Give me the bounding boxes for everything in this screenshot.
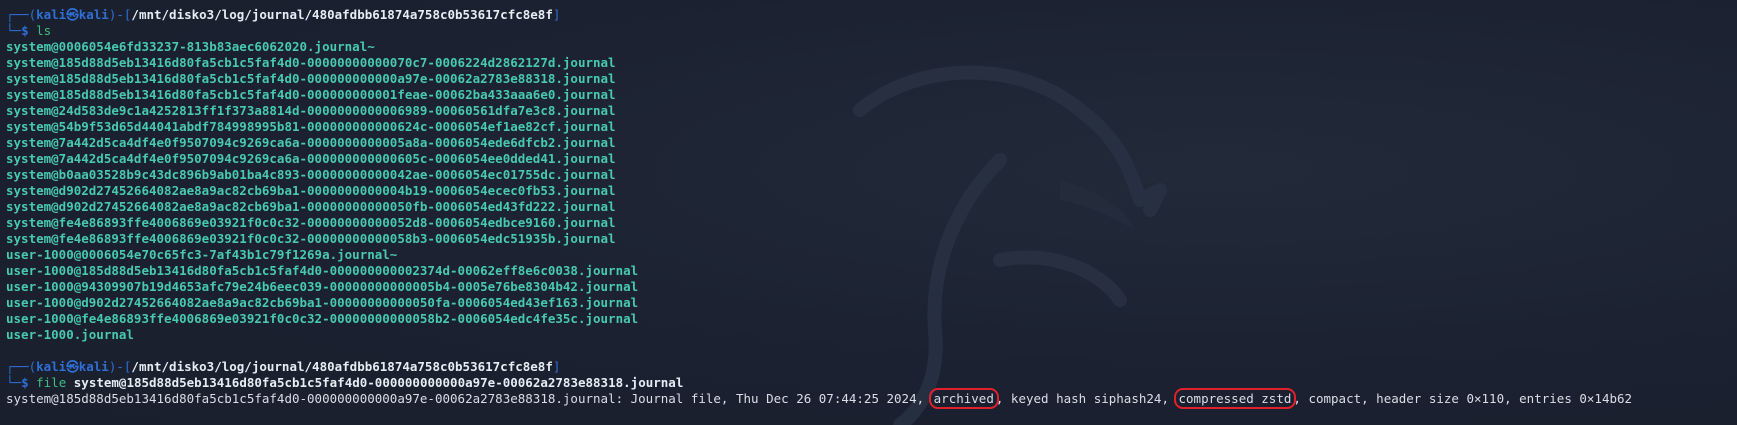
highlight-compressed-zstd: compressed zstd: [1173, 388, 1297, 409]
prompt-user: kali: [36, 359, 67, 374]
file-list-item: user-1000@fe4e86893ffe4006869e03921f0c0c…: [6, 311, 639, 326]
command-file: file: [36, 375, 67, 390]
file-list-item: system@24d583de9c1a4252813ff1f373a8814d-…: [6, 103, 616, 118]
terminal-window[interactable]: ┌──(kali㉿kali)-[/mnt/disko3/log/journal/…: [0, 0, 1737, 425]
prompt-dollar: $: [21, 23, 29, 38]
prompt-close: ]: [552, 359, 561, 374]
file-list-item: user-1000.journal: [6, 327, 134, 342]
terminal-output: ┌──(kali㉿kali)-[/mnt/disko3/log/journal/…: [6, 7, 1737, 409]
prompt-host: kali: [78, 7, 109, 22]
output-suffix: , compact, header size 0×110, entries 0×…: [1293, 391, 1633, 406]
command-ls: ls: [36, 23, 52, 38]
prompt-dollar: $: [21, 375, 29, 390]
output-prefix: system@185d88d5eb13416d80fa5cb1c5faf4d0-…: [6, 391, 932, 406]
prompt-user: kali: [36, 7, 67, 22]
file-list-item: user-1000@d902d27452664082ae8a9ac82cb69b…: [6, 295, 639, 310]
file-list: system@0006054e6fd33237-813b83aec6062020…: [6, 39, 1737, 343]
file-list-item: system@54b9f53d65d44041abdf784998995b81-…: [6, 119, 616, 134]
command-argument: system@185d88d5eb13416d80fa5cb1c5faf4d0-…: [73, 375, 684, 390]
file-list-item: system@185d88d5eb13416d80fa5cb1c5faf4d0-…: [6, 55, 616, 70]
file-list-item: system@fe4e86893ffe4006869e03921f0c0c32-…: [6, 231, 616, 246]
command-line[interactable]: └─$ ls: [6, 23, 1737, 39]
prompt-host: kali: [78, 359, 109, 374]
prompt-line: ┌──(kali㉿kali)-[/mnt/disko3/log/journal/…: [6, 359, 1737, 375]
prompt-prefix: ┌──(: [6, 359, 37, 374]
prompt-path: /mnt/disko3/log/journal/480afdbb61874a75…: [131, 7, 553, 22]
file-command-output: system@185d88d5eb13416d80fa5cb1c5faf4d0-…: [6, 388, 1737, 409]
prompt-corner: └─: [6, 375, 22, 390]
file-list-item: system@7a442d5ca4df4e0f9507094c9269ca6a-…: [6, 135, 616, 150]
file-list-item: user-1000@185d88d5eb13416d80fa5cb1c5faf4…: [6, 263, 639, 278]
prompt-separator: )-[: [108, 359, 132, 374]
prompt-corner: └─: [6, 23, 22, 38]
file-list-item: system@185d88d5eb13416d80fa5cb1c5faf4d0-…: [6, 87, 616, 102]
prompt-line: ┌──(kali㉿kali)-[/mnt/disko3/log/journal/…: [6, 7, 1737, 23]
output-middle: , keyed hash siphash24,: [995, 391, 1177, 406]
prompt-separator: )-[: [108, 7, 132, 22]
file-list-item: system@d902d27452664082ae8a9ac82cb69ba1-…: [6, 183, 616, 198]
command-line[interactable]: └─$ file system@185d88d5eb13416d80fa5cb1…: [6, 375, 1737, 391]
file-list-item: user-1000@94309907b19d4653afc79e24b6eec0…: [6, 279, 639, 294]
highlight-archived: archived: [928, 388, 999, 409]
file-list-item: system@b0aa03528b9c43dc896b9ab01ba4c893-…: [6, 167, 616, 182]
prompt-at: ㉿: [66, 7, 79, 22]
file-list-item: system@185d88d5eb13416d80fa5cb1c5faf4d0-…: [6, 71, 616, 86]
prompt-at: ㉿: [66, 359, 79, 374]
prompt-path: /mnt/disko3/log/journal/480afdbb61874a75…: [131, 359, 553, 374]
prompt-close: ]: [552, 7, 561, 22]
file-list-item: system@fe4e86893ffe4006869e03921f0c0c32-…: [6, 215, 616, 230]
file-list-item: user-1000@0006054e70c65fc3-7af43b1c79f12…: [6, 247, 398, 262]
file-list-item: system@0006054e6fd33237-813b83aec6062020…: [6, 39, 375, 54]
file-list-item: system@d902d27452664082ae8a9ac82cb69ba1-…: [6, 199, 616, 214]
prompt-prefix: ┌──(: [6, 7, 37, 22]
file-list-item: system@7a442d5ca4df4e0f9507094c9269ca6a-…: [6, 151, 616, 166]
